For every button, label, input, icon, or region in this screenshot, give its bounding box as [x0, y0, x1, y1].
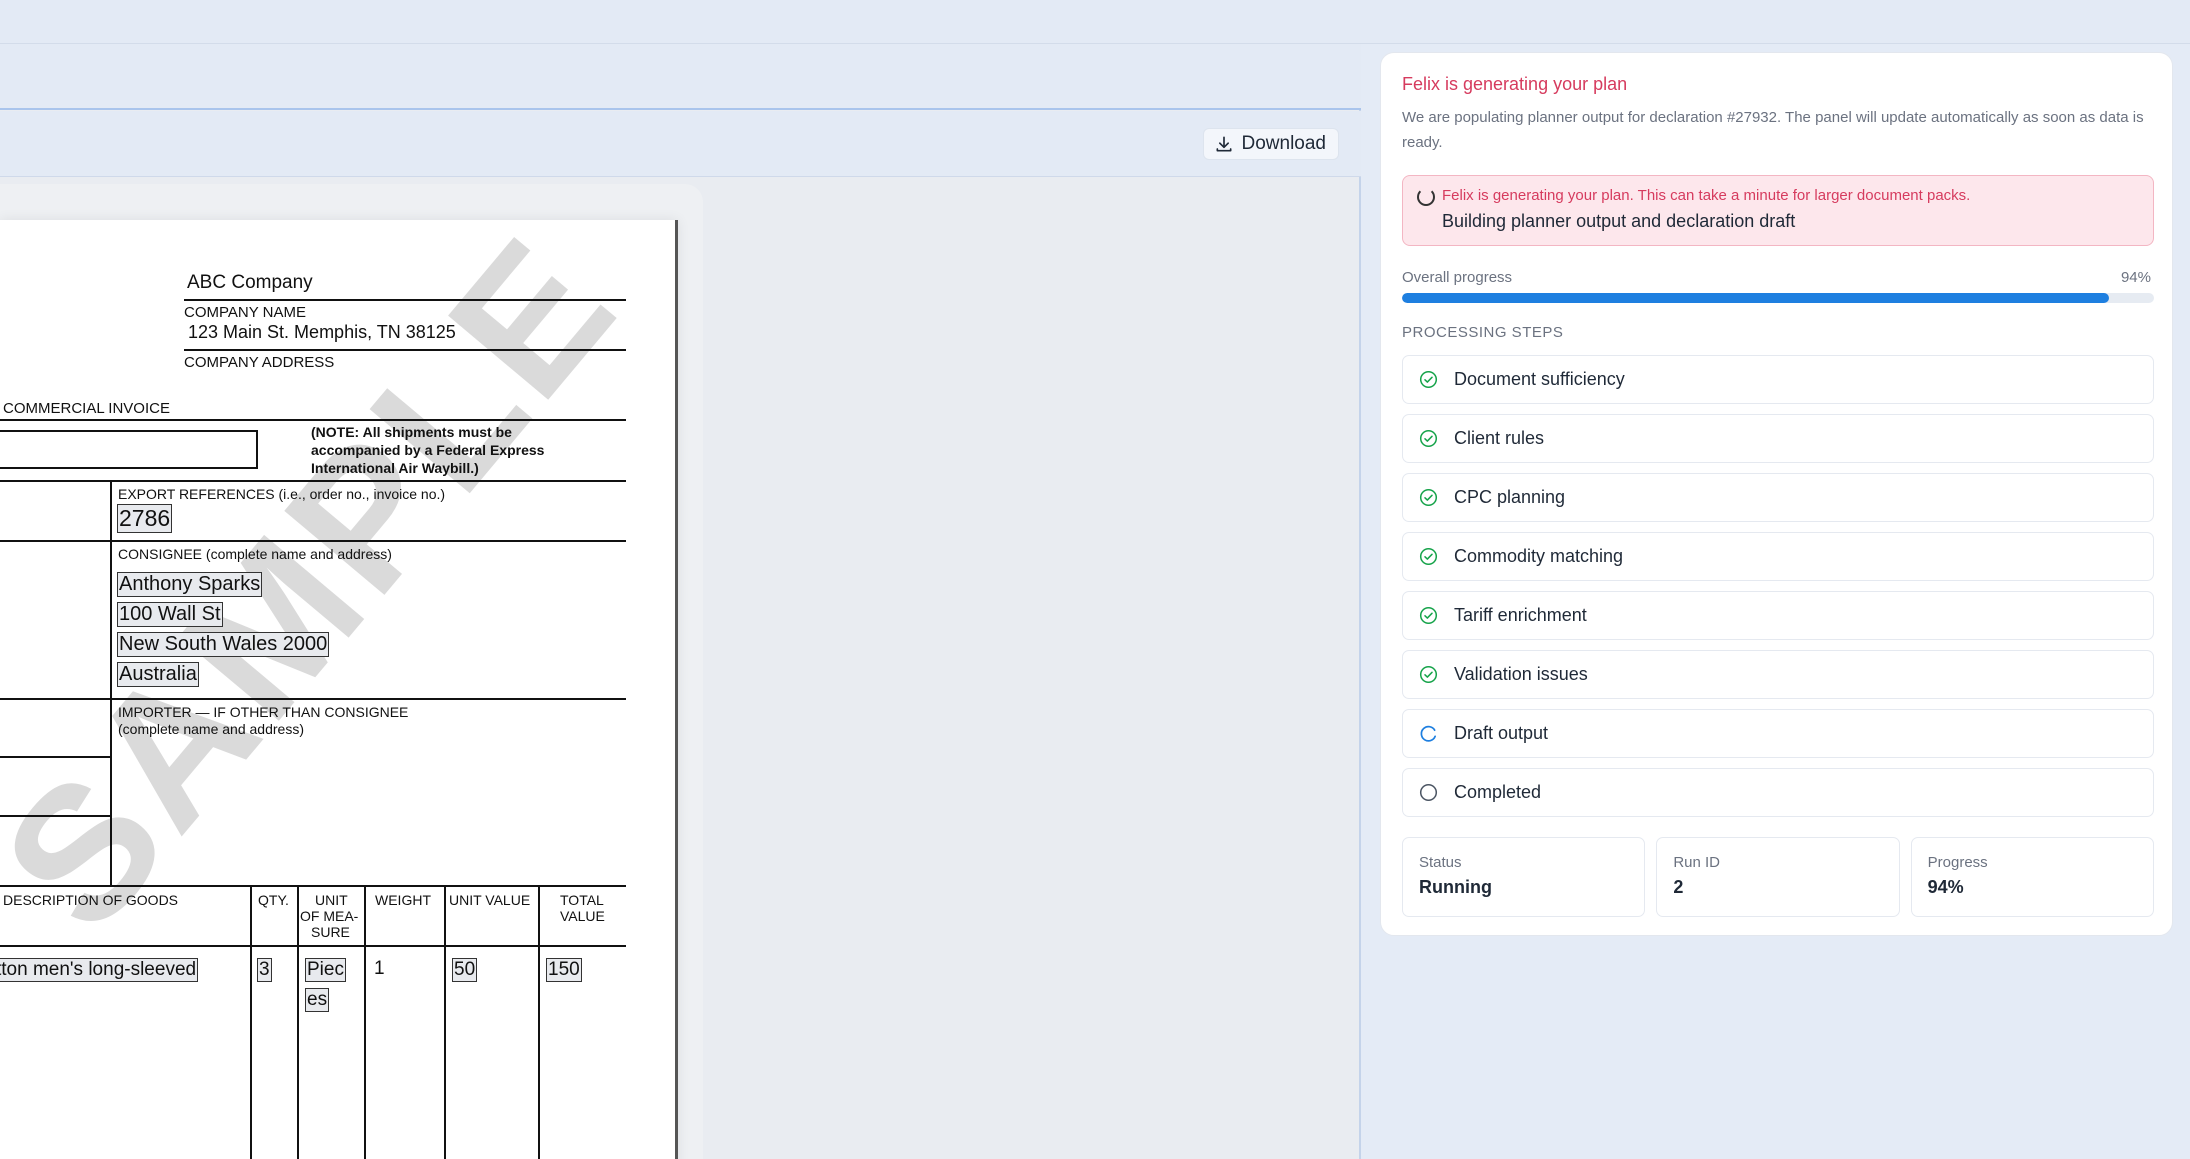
- check-circle-icon: [1419, 370, 1438, 389]
- col-weight: WEIGHT: [375, 892, 431, 908]
- run-stats: Status Running Run ID 2 Progress 94%: [1402, 837, 2154, 917]
- processing-step: Commodity matching: [1402, 532, 2154, 581]
- check-circle-icon: [1419, 547, 1438, 566]
- progress-bar: [1402, 293, 2154, 303]
- loading-spinner-icon: [1420, 725, 1437, 742]
- processing-step: Validation issues: [1402, 650, 2154, 699]
- col-unit-value: UNIT VALUE: [449, 892, 531, 908]
- check-circle-icon: [1419, 488, 1438, 507]
- row-description: tton men's long-sleeved: [0, 958, 199, 982]
- consignee-country: Australia: [117, 662, 199, 687]
- document-viewer[interactable]: SAMPLE ABC Company COMPANY NAME 123 Main…: [0, 184, 703, 1159]
- alert-message: Felix is generating your plan. This can …: [1442, 187, 1971, 204]
- note-line-2: accompanied by a Federal Express: [311, 442, 545, 458]
- processing-steps-list: Document sufficiency Client rules CPC plan…: [1402, 355, 2154, 827]
- progress-card: Progress 94%: [1910, 837, 2154, 917]
- col-uom-2: OF MEA-: [300, 908, 359, 924]
- processing-step: Completed: [1402, 768, 2154, 817]
- col-uom-3: SURE: [311, 924, 350, 940]
- form-title: COMMERCIAL INVOICE: [3, 400, 170, 417]
- download-label: Download: [1241, 133, 1327, 154]
- importer-label: IMPORTER — IF OTHER THAN CONSIGNEE: [118, 704, 409, 720]
- processing-step: Client rules: [1402, 414, 2154, 463]
- invoice-page: SAMPLE ABC Company COMPANY NAME 123 Main…: [0, 220, 678, 1159]
- row-total-value: 150: [546, 958, 582, 982]
- export-references-label: EXPORT REFERENCES (i.e., order no., invo…: [118, 486, 446, 502]
- processing-step-label: Commodity matching: [1454, 546, 1624, 566]
- company-name: ABC Company: [187, 272, 313, 293]
- col-description: DESCRIPTION OF GOODS: [3, 892, 179, 908]
- company-address: 123 Main St. Memphis, TN 38125: [188, 322, 456, 342]
- col-total-value-1: TOTAL: [560, 892, 604, 908]
- progress-card-label: Progress: [1927, 854, 1988, 871]
- consignee-street: 100 Wall St: [117, 602, 223, 627]
- row-uom-2: es: [305, 988, 330, 1012]
- col-total-value-2: VALUE: [560, 908, 605, 924]
- plan-generation-panel: Felix is generating your plan We are pop…: [1380, 52, 2173, 936]
- consignee-label: CONSIGNEE (complete name and address): [118, 546, 392, 562]
- run-id-value: 2: [1673, 877, 1684, 897]
- empty-circle-icon: [1419, 783, 1438, 802]
- processing-step-label: Completed: [1454, 782, 1542, 802]
- run-id-label: Run ID: [1673, 854, 1721, 871]
- company-name-label: COMPANY NAME: [184, 304, 306, 321]
- row-qty: 3: [257, 958, 272, 982]
- row-weight: 1: [374, 958, 385, 979]
- download-button[interactable]: Download: [1202, 128, 1339, 160]
- processing-step-label: Validation issues: [1454, 664, 1588, 684]
- run-id-card: Run ID 2: [1656, 837, 1900, 917]
- processing-step-label: CPC planning: [1454, 487, 1566, 507]
- processing-step-label: Draft output: [1454, 723, 1549, 743]
- status-card: Status Running: [1402, 837, 1646, 917]
- panel-description: We are populating planner output for dec…: [1402, 109, 2144, 151]
- progress-percentage: 94%: [2120, 269, 2151, 286]
- consignee-city: New South Wales 2000: [117, 632, 330, 657]
- row-uom-1: Piec: [305, 958, 346, 982]
- row-unit-value: 50: [452, 958, 478, 982]
- importer-sublabel: (complete name and address): [118, 721, 304, 737]
- processing-step: Tariff enrichment: [1402, 591, 2154, 640]
- processing-step: CPC planning: [1402, 473, 2154, 522]
- check-circle-icon: [1419, 429, 1438, 448]
- consignee-name: Anthony Sparks: [117, 572, 263, 597]
- note-line-3: International Air Waybill.): [311, 460, 479, 476]
- check-circle-icon: [1419, 606, 1438, 625]
- progress-bar-fill: [1402, 293, 2109, 303]
- processing-step-label: Document sufficiency: [1454, 369, 1625, 389]
- processing-step-label: Client rules: [1454, 428, 1545, 448]
- processing-steps-heading: PROCESSING STEPS: [1402, 324, 1564, 341]
- processing-step-label: Tariff enrichment: [1454, 605, 1587, 625]
- status-value: Running: [1419, 877, 1492, 897]
- generation-alert: Felix is generating your plan. This can …: [1402, 175, 2154, 246]
- note-line-1: (NOTE: All shipments must be: [311, 424, 512, 440]
- progress-label: Overall progress: [1402, 269, 1513, 286]
- progress-card-value: 94%: [1927, 877, 1964, 897]
- panel-title: Felix is generating your plan: [1402, 74, 1628, 94]
- col-uom-1: UNIT: [315, 892, 348, 908]
- alert-detail: Building planner output and declaration …: [1442, 211, 1796, 231]
- ship-date-box: [0, 430, 258, 469]
- document-tabs-bar: [0, 44, 1361, 110]
- status-label: Status: [1419, 854, 1462, 871]
- processing-step: Document sufficiency: [1402, 355, 2154, 404]
- export-references-value: 2786: [117, 504, 173, 533]
- download-icon: [1216, 136, 1231, 152]
- processing-step: Draft output: [1402, 709, 2154, 758]
- check-circle-icon: [1419, 665, 1438, 684]
- top-bar: [0, 0, 2190, 44]
- company-address-label: COMPANY ADDRESS: [184, 354, 335, 371]
- col-qty: QTY.: [258, 892, 289, 908]
- document-toolbar: Download: [0, 111, 1361, 177]
- document-area: Download SAMPLE ABC Company COMPANY NAME…: [0, 44, 1361, 1159]
- spinner-icon: [1417, 188, 1435, 206]
